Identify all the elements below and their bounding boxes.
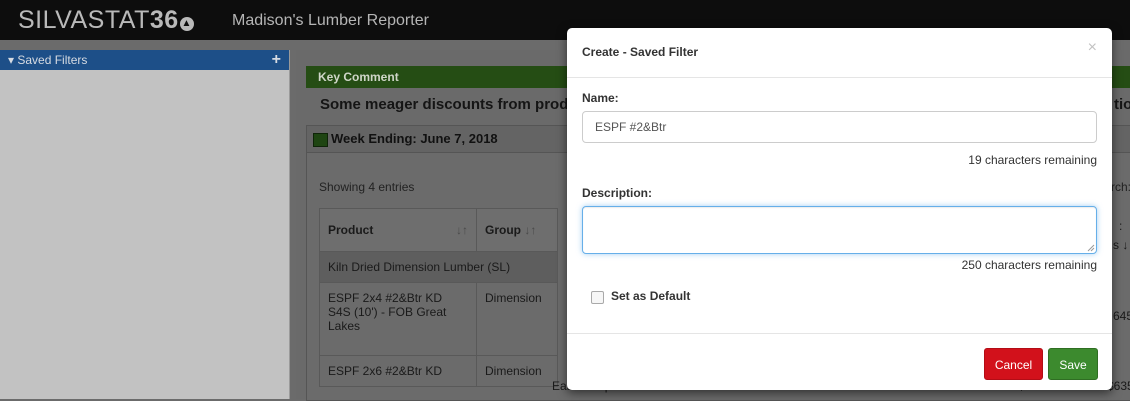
- description-label: Description:: [582, 186, 653, 200]
- set-default-label[interactable]: Set as Default: [611, 289, 690, 303]
- table-header-row: Product ↓↑ Group ↓↑: [319, 208, 558, 252]
- column-header-group[interactable]: Group ↓↑: [476, 208, 558, 252]
- name-remaining: 19 characters remaining: [968, 153, 1097, 167]
- description-remaining: 250 characters remaining: [961, 258, 1097, 272]
- column-label: Group: [485, 223, 521, 237]
- brand-number: 36: [149, 6, 179, 34]
- close-icon[interactable]: ×: [1088, 39, 1097, 57]
- table-row[interactable]: ESPF 2x6 #2&Btr KD Dimension: [319, 355, 558, 387]
- brand-logo: SILVASTAT36 ▲: [18, 6, 194, 35]
- saved-filters-label: ▾ Saved Filters: [8, 53, 88, 67]
- lumber-table: Product ↓↑ Group ↓↑ Kiln Dried Dimension …: [319, 208, 558, 387]
- set-default-checkbox[interactable]: [591, 291, 604, 304]
- plus-icon[interactable]: +: [272, 50, 281, 70]
- brand-name: SILVASTAT: [18, 6, 150, 34]
- table-row[interactable]: ESPF 2x4 #2&Btr KD S4S (10') - FOB Great…: [319, 282, 558, 356]
- product-cell: ESPF 2x6 #2&Btr KD: [319, 355, 477, 387]
- sidebar: ▾ Saved Filters +: [0, 50, 290, 399]
- save-button[interactable]: Save: [1048, 348, 1098, 380]
- column-header-tail: s ↓: [1113, 238, 1129, 252]
- table-group-row: Kiln Dried Dimension Lumber (SL): [319, 251, 558, 283]
- column-header-product[interactable]: Product ↓↑: [319, 208, 477, 252]
- group-cell: Dimension: [476, 282, 558, 356]
- brand-mark-icon: ▲: [179, 17, 194, 31]
- app-title: Madison's Lumber Reporter: [232, 12, 429, 29]
- chart-icon: [313, 133, 328, 147]
- key-comment-text-tail: tio: [1114, 96, 1130, 113]
- group-cell: Dimension: [476, 355, 558, 387]
- sort-icon[interactable]: ↓↑: [456, 223, 468, 237]
- column-header-tail: :: [1119, 219, 1123, 233]
- sort-icon[interactable]: ↓↑: [524, 223, 536, 237]
- key-comment-text: Some meager discounts from produ: [320, 96, 578, 113]
- product-cell: ESPF 2x4 #2&Btr KD S4S (10') - FOB Great…: [319, 282, 477, 356]
- price-cell-tail: 645: [1113, 309, 1130, 323]
- group-label: Kiln Dried Dimension Lumber (SL): [319, 251, 558, 283]
- saved-filters-header[interactable]: ▾ Saved Filters +: [0, 50, 289, 70]
- modal-title: Create - Saved Filter: [582, 45, 699, 59]
- column-label: Product: [328, 223, 374, 237]
- cancel-button[interactable]: Cancel: [984, 348, 1043, 380]
- entries-count: Showing 4 entries: [319, 180, 415, 194]
- resize-grip-icon[interactable]: [1087, 244, 1095, 252]
- modal-footer: Cancel Save: [567, 333, 1112, 391]
- search-label: rch:: [1111, 180, 1130, 194]
- name-input[interactable]: [582, 111, 1097, 143]
- name-label: Name:: [582, 91, 619, 105]
- description-textarea[interactable]: [582, 206, 1097, 254]
- modal-header: Create - Saved Filter ×: [567, 28, 1112, 78]
- saved-filter-modal: Create - Saved Filter × Name: 19 charact…: [567, 28, 1112, 390]
- week-title: Week Ending: June 7, 2018: [331, 131, 498, 146]
